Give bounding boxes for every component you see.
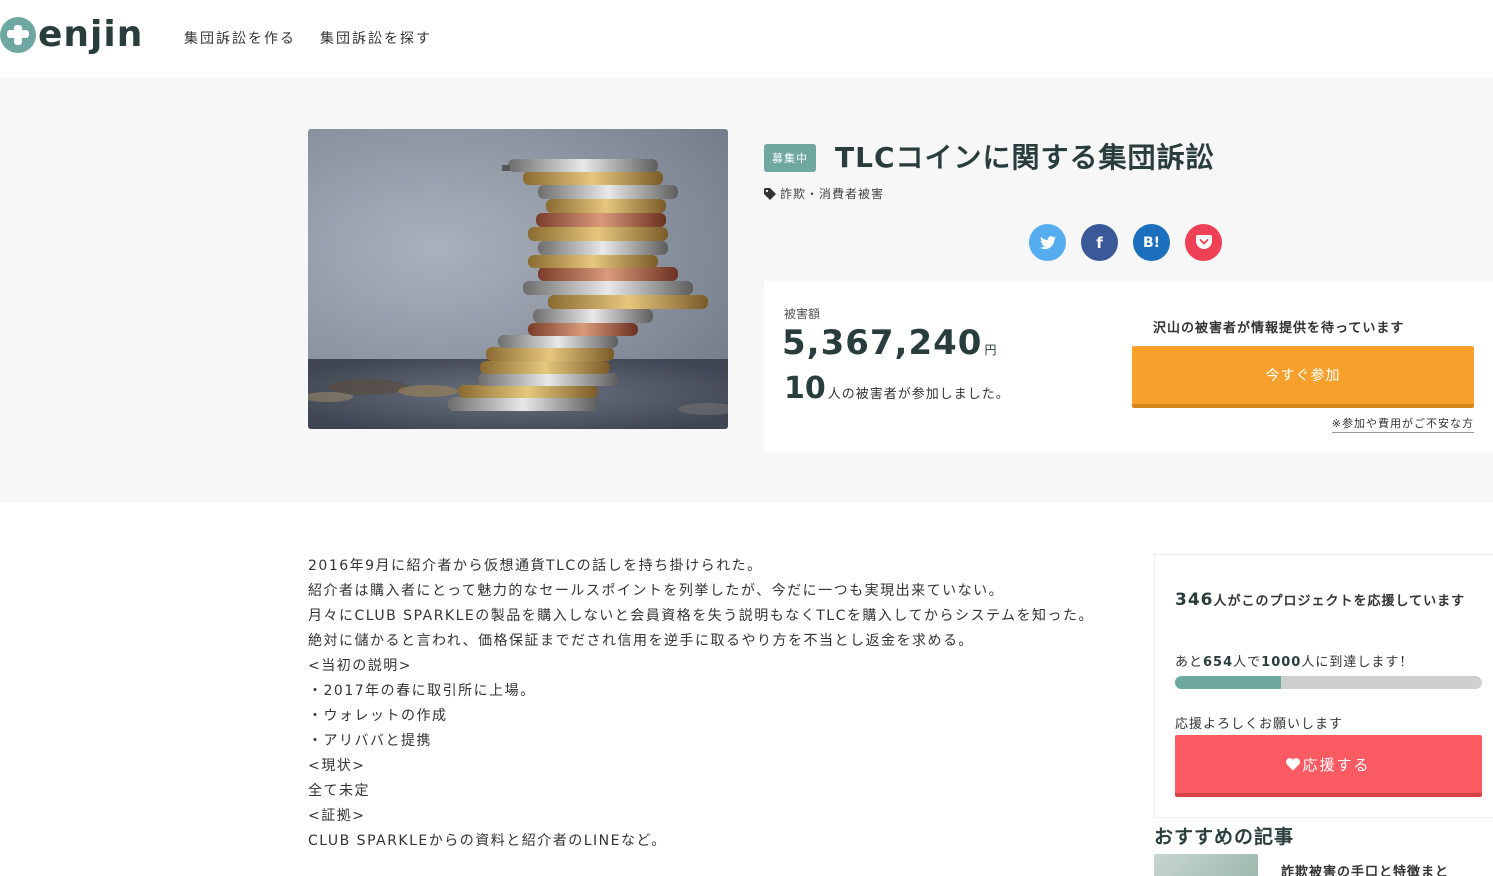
damage-label: 被害額 — [784, 307, 821, 321]
description-line: 紹介者は購入者にとって魅力的なセールスポイントを列挙したが、今だに一つも実現出来… — [308, 583, 1005, 599]
remain-suffix: 人に到達します！ — [1301, 655, 1414, 670]
main-nav: 集団訴訟を作る 集団訴訟を探す — [184, 28, 432, 48]
support-progress-fill — [1175, 676, 1282, 689]
recommended-article-link[interactable]: 詐欺被害の手口と特徴まと — [1281, 861, 1449, 876]
join-now-button[interactable]: 今すぐ参加 — [1132, 346, 1474, 408]
pocket-share-button[interactable] — [1185, 224, 1222, 261]
description-line: ・2017年の春に取引所に上場。 — [308, 683, 536, 699]
description-line: <証拠> — [308, 808, 366, 824]
description-line: 全て未定 — [308, 783, 370, 799]
support-widget: 346人がこのプロジェクトを応援しています あと654人で1000人に到達します… — [1154, 554, 1493, 818]
supporter-count-text: 人がこのプロジェクトを応援しています — [1213, 594, 1466, 609]
victim-count: 10 人の被害者が参加しました。 — [784, 371, 1010, 406]
tag-icon — [764, 187, 776, 200]
recommended-article-thumbnail[interactable] — [1154, 854, 1258, 876]
support-button[interactable]: 応援する — [1175, 735, 1482, 797]
share-buttons: f B! — [1029, 224, 1222, 261]
goal-count: 1000 — [1261, 655, 1302, 670]
supporter-remaining: あと654人で1000人に到達します！ — [1175, 651, 1413, 670]
twitter-share-button[interactable] — [1029, 224, 1066, 261]
category-tags[interactable]: 詐欺・消費者被害 — [764, 185, 884, 202]
waiting-message: 沢山の被害者が情報提供を待っています — [1153, 321, 1405, 336]
twitter-icon — [1039, 235, 1056, 249]
pocket-icon — [1195, 235, 1212, 249]
project-description: 2016年9月に紹介者から仮想通貨TLCの話しを持ち掛けられた。 紹介者は購入者… — [308, 554, 1118, 854]
status-badge: 募集中 — [764, 144, 816, 172]
project-hero: 募集中 TLCコインに関する集団訴訟 詐欺・消費者被害 f B! 被害額 5,3… — [0, 78, 1493, 503]
description-line: 月々にCLUB SPARKLEの製品を購入しないと会員資格を失う説明もなくTLC… — [308, 608, 1095, 624]
supporter-count-value: 346 — [1175, 590, 1214, 610]
damage-unit: 円 — [984, 343, 998, 357]
remain-mid: 人で — [1233, 655, 1262, 670]
damage-amount-value: 5,367,240 — [782, 323, 983, 363]
heart-icon — [1286, 757, 1301, 770]
description-line: <当初の説明> — [308, 658, 412, 674]
victim-count-value: 10 — [784, 371, 826, 406]
hatena-bookmark-share-button[interactable]: B! — [1133, 224, 1170, 261]
coin-stack-illustration — [308, 159, 728, 429]
nav-find-lawsuit[interactable]: 集団訴訟を探す — [320, 28, 432, 48]
page-title: TLCコインに関する集団訴訟 — [835, 141, 1215, 174]
site-header: enjin 集団訴訟を作る 集団訴訟を探す — [0, 0, 1493, 78]
remain-prefix: あと — [1175, 655, 1204, 670]
facebook-icon: f — [1096, 233, 1103, 252]
description-line: <現状> — [308, 758, 366, 774]
remain-count: 654 — [1203, 655, 1234, 670]
support-progress-bar — [1175, 676, 1482, 689]
description-line: 2016年9月に紹介者から仮想通貨TLCの話しを持ち掛けられた。 — [308, 558, 763, 574]
description-line: CLUB SPARKLEからの資料と紹介者のLINEなど。 — [308, 833, 667, 849]
nav-create-lawsuit[interactable]: 集団訴訟を作る — [184, 28, 296, 48]
damage-summary-card: 被害額 5,367,240 円 10 人の被害者が参加しました。 沢山の被害者が情報… — [764, 281, 1493, 453]
fee-concerns-link[interactable]: ※参加や費用がご不安な方 — [1331, 415, 1474, 433]
enjin-logo[interactable]: enjin — [0, 14, 143, 56]
supporter-count: 346人がこのプロジェクトを応援しています — [1175, 583, 1475, 619]
facebook-share-button[interactable]: f — [1081, 224, 1118, 261]
project-image — [308, 129, 728, 429]
support-request-text: 応援よろしくお願いします — [1175, 717, 1344, 732]
victim-count-text: 人の被害者が参加しました。 — [827, 387, 1010, 402]
category-tags-label: 詐欺・消費者被害 — [780, 187, 885, 201]
recommended-articles-title: おすすめの記事 — [1154, 826, 1295, 848]
logo-mark-icon — [0, 17, 36, 53]
logo-text: enjin — [38, 14, 144, 55]
hatena-bookmark-icon: B! — [1142, 234, 1161, 251]
description-line: ・アリババと提携 — [308, 733, 432, 749]
description-line: 絶対に儲かると言われ、価格保証までだされ信用を逆手に取るやり方を不当とし返金を求… — [308, 633, 974, 649]
damage-amount: 5,367,240 円 — [782, 323, 997, 363]
description-line: ・ウォレットの作成 — [308, 708, 448, 724]
support-button-label: 応援する — [1302, 755, 1371, 774]
